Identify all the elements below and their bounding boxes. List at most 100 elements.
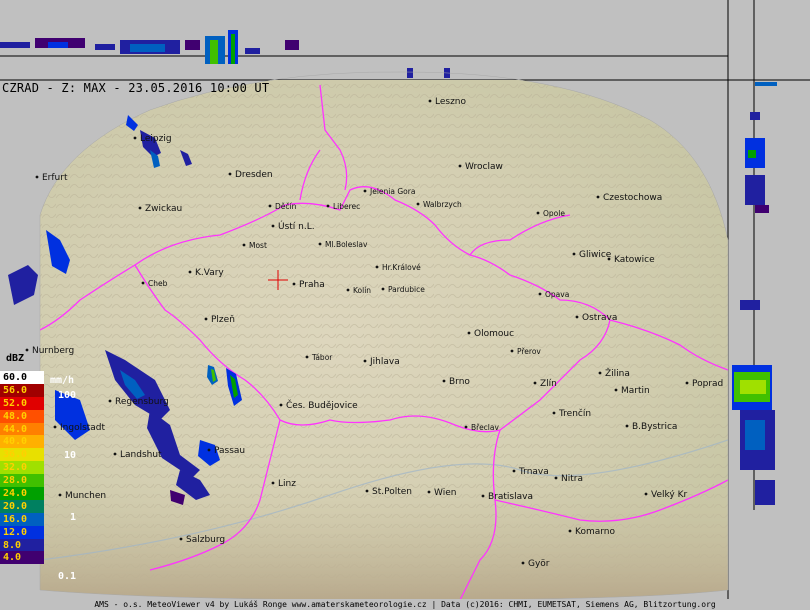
- city-dot: [279, 403, 283, 407]
- city-dot: [365, 489, 369, 493]
- city-label: Wien: [434, 488, 456, 498]
- city-dot: [552, 411, 556, 415]
- city-dot: [53, 425, 57, 429]
- city-dot: [271, 224, 275, 228]
- city-dot: [575, 315, 579, 319]
- city-dot: [138, 206, 142, 210]
- city-label: Leszno: [435, 97, 467, 107]
- legend-level-2: 52.0: [0, 396, 44, 410]
- city-dot: [188, 270, 192, 274]
- city-36: Regensburg: [108, 397, 169, 407]
- city-label: Landshut: [120, 450, 162, 460]
- city-dot: [442, 379, 446, 383]
- legend-level-10: 20.0: [0, 499, 44, 513]
- city-label: B.Bystrica: [632, 422, 677, 432]
- city-label: Brno: [449, 377, 470, 387]
- city-label: St.Polten: [372, 487, 412, 497]
- city-label: Leipzig: [140, 134, 172, 144]
- legend-rate-100: 100: [58, 390, 77, 401]
- footer-credits: AMS - o.s. MeteoViewer v4 by Lukáš Ronge…: [0, 599, 810, 610]
- legend-rate-10: 10: [64, 450, 77, 461]
- city-label: Gliwice: [579, 250, 612, 260]
- city-16: Katowice: [607, 255, 655, 265]
- city-dot: [510, 349, 514, 353]
- city-label: Salzburg: [186, 535, 225, 545]
- legend-level-12: 12.0: [0, 525, 44, 539]
- city-14: Ml.Boleslav: [318, 240, 368, 249]
- city-dot: [467, 331, 471, 335]
- city-label: Trnava: [518, 467, 549, 477]
- city-dot: [318, 242, 322, 246]
- city-35: Poprad: [685, 379, 723, 389]
- city-label: Praha: [299, 280, 325, 290]
- city-dot: [326, 204, 330, 208]
- city-label: K.Vary: [195, 268, 224, 278]
- city-dot: [346, 288, 350, 292]
- city-label: Děčín: [275, 202, 297, 211]
- city-dot: [25, 348, 29, 352]
- city-label: Komarno: [575, 527, 615, 537]
- city-label: Most: [249, 241, 267, 250]
- city-label: Břeclav: [471, 423, 499, 432]
- city-dot: [228, 172, 232, 176]
- city-dot: [644, 492, 648, 496]
- city-51: Velký Kr: [644, 490, 687, 500]
- city-dot: [521, 561, 525, 565]
- city-dot: [204, 317, 208, 321]
- city-39: Ingolstadt: [53, 423, 106, 433]
- legend-level-3: 48.0: [0, 409, 44, 423]
- map-title: CZRAD - Z: MAX - 23.05.2016 10:00 UT: [2, 81, 270, 95]
- city-label: Trenčín: [558, 408, 591, 419]
- city-label: Dresden: [235, 170, 273, 180]
- city-41: B.Bystrica: [625, 422, 677, 432]
- city-label: Nitra: [561, 474, 583, 484]
- city-label: Olomouc: [474, 329, 514, 339]
- city-label: Ostrava: [582, 313, 617, 323]
- city-dot: [568, 529, 572, 533]
- city-dot: [512, 469, 516, 473]
- city-label: Jelenia Gora: [369, 187, 415, 196]
- city-label: Regensburg: [115, 397, 169, 407]
- city-52: Komarno: [568, 527, 615, 537]
- city-label: Plzeň: [211, 314, 235, 325]
- city-dot: [596, 195, 600, 199]
- legend-level-4: 44.0: [0, 422, 44, 436]
- city-dot: [381, 287, 385, 291]
- city-label: Zwickau: [145, 204, 182, 214]
- city-label: Walbrzych: [423, 200, 462, 209]
- legend-level-7: 32.0: [0, 461, 44, 475]
- legend-level-8: 28.0: [0, 474, 44, 488]
- city-label: Tábor: [311, 353, 333, 362]
- city-dot: [614, 388, 618, 392]
- color-legend: 60.0 56.0 52.0 48.0 44.0 40.0 36.0 32.0 28.0 24.0…: [0, 371, 44, 565]
- city-label: Linz: [278, 479, 296, 489]
- city-label: Pardubice: [388, 285, 425, 294]
- city-label: Czestochowa: [603, 193, 662, 203]
- legend-level-1: 56.0: [0, 383, 44, 397]
- city-dot: [242, 243, 246, 247]
- city-dot: [416, 202, 420, 206]
- city-dot: [363, 359, 367, 363]
- city-dot: [108, 399, 112, 403]
- city-53: Salzburg: [179, 535, 225, 545]
- city-0: Leszno: [428, 97, 467, 107]
- city-label: Cheb: [148, 279, 168, 288]
- city-37: Čes. Budějovice: [279, 399, 358, 411]
- legend-level-6: 36.0: [0, 448, 44, 462]
- city-22: Pardubice: [381, 285, 425, 294]
- city-dot: [572, 252, 576, 256]
- city-label: Ml.Boleslav: [325, 240, 368, 249]
- city-48: St.Polten: [365, 487, 412, 497]
- city-label: Čes. Budějovice: [286, 399, 358, 411]
- city-6: Walbrzych: [416, 200, 462, 209]
- city-dot: [133, 136, 137, 140]
- city-8: Zwickau: [138, 204, 182, 214]
- city-43: Passau: [207, 446, 245, 456]
- city-label: Liberec: [333, 202, 360, 211]
- city-38: Trenčín: [552, 408, 591, 419]
- city-label: Poprad: [692, 379, 723, 389]
- legend-unit-label: dBZ: [6, 353, 25, 364]
- map-area[interactable]: [0, 80, 728, 600]
- legend-rate-0-1: 0.1: [58, 571, 77, 582]
- city-5: Jelenia Gora: [363, 187, 415, 196]
